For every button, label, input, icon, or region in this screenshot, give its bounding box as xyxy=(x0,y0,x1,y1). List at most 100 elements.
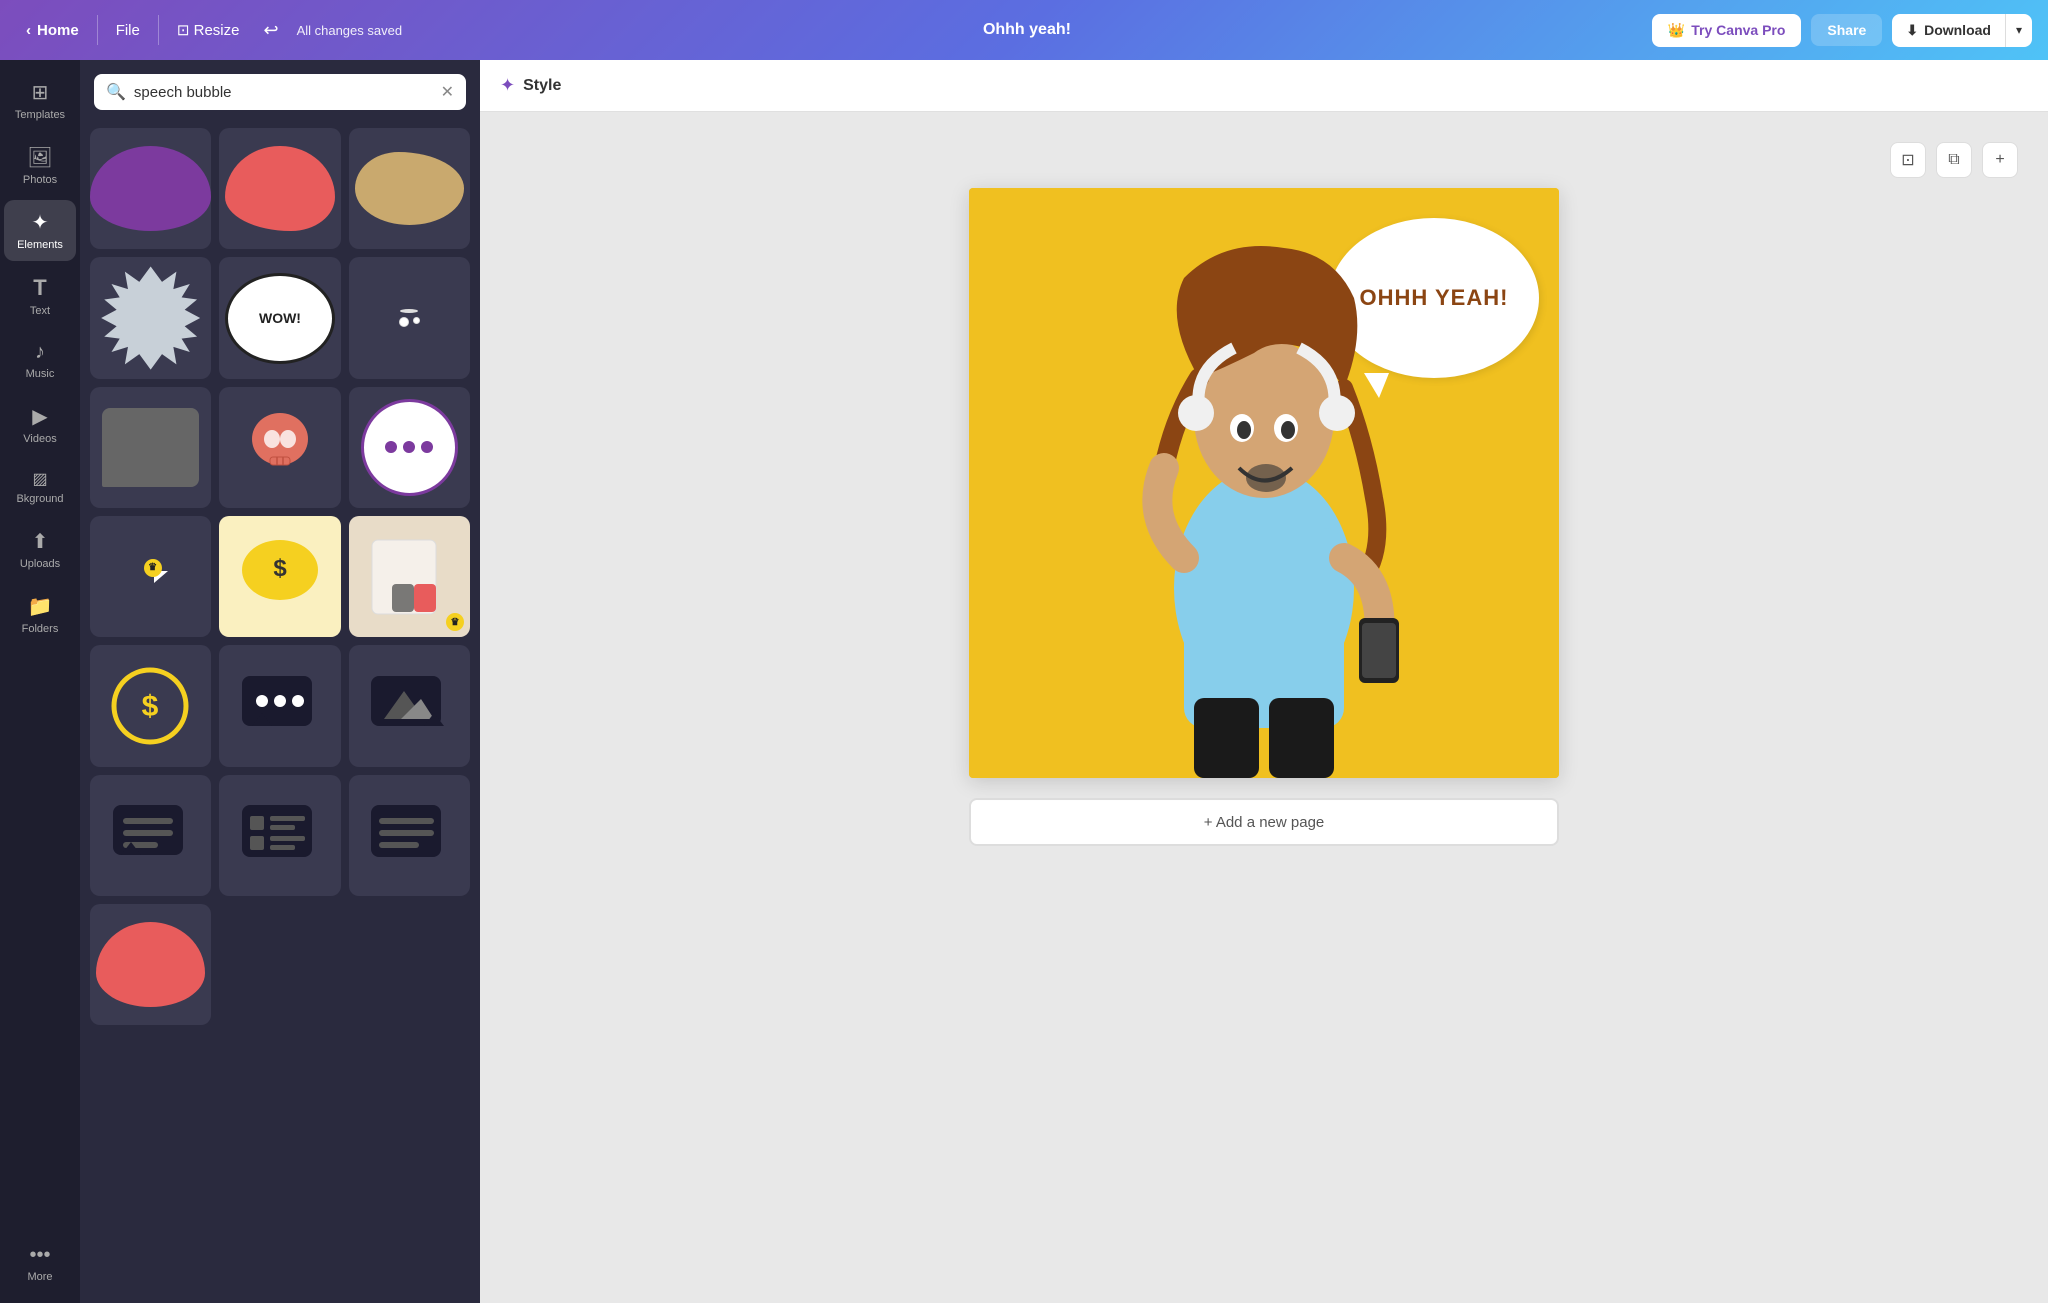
home-button[interactable]: ‹ Home xyxy=(16,16,89,45)
list-item[interactable]: ♛ xyxy=(90,516,211,637)
list-item[interactable] xyxy=(219,128,340,249)
list-item[interactable]: $ xyxy=(90,645,211,766)
list-item[interactable]: ♛ xyxy=(349,516,470,637)
add-page-button[interactable]: + Add a new page xyxy=(969,798,1559,846)
sidebar-label-templates: Templates xyxy=(15,109,65,121)
try-pro-button[interactable]: 👑 Try Canva Pro xyxy=(1652,14,1802,47)
dark-lines1-shape xyxy=(111,800,191,870)
add-page-label: + Add a new page xyxy=(1204,814,1325,831)
sidebar-item-folders[interactable]: 📁 Folders xyxy=(4,584,76,645)
skull-bubble-shape xyxy=(240,407,320,487)
clear-icon[interactable]: ✕ xyxy=(441,82,454,102)
share-button[interactable]: Share xyxy=(1811,14,1882,46)
sidebar-item-text[interactable]: T Text xyxy=(4,265,76,327)
list-item[interactable] xyxy=(349,387,470,508)
add-action-button[interactable]: + xyxy=(1982,142,2018,178)
red-bubble-shape xyxy=(225,146,334,231)
search-icon: 🔍 xyxy=(106,82,126,102)
dark-dots-shape xyxy=(240,671,320,741)
resize-icon: ⊡ xyxy=(177,22,194,39)
search-bar: 🔍 ✕ xyxy=(80,60,480,120)
list-item[interactable] xyxy=(90,387,211,508)
canvas-frame[interactable]: OHHH YEAH! xyxy=(969,188,1559,778)
canvas-area: ✦ Style ⊡ ⧉ + OHHH YEAH! xyxy=(480,60,2048,1303)
list-item[interactable] xyxy=(219,775,340,896)
search-input[interactable] xyxy=(134,84,433,101)
topbar: ‹ Home File ⊡ Resize ↩ All changes saved… xyxy=(0,0,2048,60)
canvas-image-area: OHHH YEAH! xyxy=(969,188,1559,778)
download-icon: ⬇ xyxy=(1906,22,1918,39)
crown-icon: 👑 xyxy=(1668,22,1685,39)
dollar-circle-shape: $ xyxy=(108,664,193,749)
wow-bubble-shape: WOW! xyxy=(225,273,334,364)
card-shape xyxy=(364,532,454,622)
download-chevron-button[interactable]: ▾ xyxy=(2006,14,2032,47)
background-icon: ▨ xyxy=(32,469,47,489)
sidebar-label-elements: Elements xyxy=(17,239,63,251)
chevron-left-icon: ‹ xyxy=(26,22,31,39)
sidebar: ⊞ Templates 🖼 Photos ✦ Elements T Text ♪… xyxy=(0,60,80,1303)
sidebar-item-photos[interactable]: 🖼 Photos xyxy=(4,135,76,196)
list-item[interactable] xyxy=(90,904,211,1025)
copy-action-button[interactable]: ⧉ xyxy=(1936,142,1972,178)
sidebar-label-videos: Videos xyxy=(23,433,56,445)
search-input-wrap: 🔍 ✕ xyxy=(94,74,466,110)
sidebar-label-more: More xyxy=(27,1271,52,1283)
gray-chat-shape xyxy=(102,408,199,487)
download-group: ⬇ Download ▾ xyxy=(1892,14,2032,47)
list-item[interactable]: WOW! xyxy=(219,257,340,378)
elements-icon: ✦ xyxy=(32,210,49,235)
resize-button[interactable]: ⊡ Resize xyxy=(167,15,250,45)
sidebar-item-background[interactable]: ▨ Bkground xyxy=(4,459,76,515)
tan-bubble-shape xyxy=(355,152,464,225)
download-button[interactable]: ⬇ Download xyxy=(1892,14,2006,47)
music-icon: ♪ xyxy=(35,341,45,364)
purple-bubble-shape xyxy=(90,146,211,231)
divider2 xyxy=(158,15,159,45)
sidebar-item-more[interactable]: ••• More xyxy=(4,1234,76,1293)
list-item[interactable] xyxy=(90,257,211,378)
list-item[interactable] xyxy=(349,645,470,766)
saved-text: All changes saved xyxy=(297,23,403,38)
list-item[interactable] xyxy=(349,128,470,249)
svg-text:$: $ xyxy=(273,555,287,582)
sidebar-item-videos[interactable]: ▶ Videos xyxy=(4,394,76,455)
search-panel: 🔍 ✕ WOW! xyxy=(80,60,480,1303)
undo-button[interactable]: ↩ xyxy=(257,14,284,47)
dollar-speech-bubble-shape: $ xyxy=(235,532,325,622)
dark-lines3-shape xyxy=(369,800,449,870)
photos-icon: 🖼 xyxy=(27,145,52,170)
results-grid: WOW! xyxy=(80,120,480,1033)
list-item[interactable] xyxy=(90,128,211,249)
list-item[interactable]: $ xyxy=(219,516,340,637)
sidebar-item-elements[interactable]: ✦ Elements xyxy=(4,200,76,261)
download-label: Download xyxy=(1924,22,1991,38)
person-figure xyxy=(1104,218,1424,778)
sidebar-item-uploads[interactable]: ⬆ Uploads xyxy=(4,519,76,580)
sidebar-item-templates[interactable]: ⊞ Templates xyxy=(4,70,76,131)
canvas-actions: ⊡ ⧉ + xyxy=(1890,142,2018,178)
red-partial-shape xyxy=(96,922,205,1007)
file-button[interactable]: File xyxy=(106,16,150,45)
more-icon: ••• xyxy=(29,1244,50,1267)
sidebar-label-uploads: Uploads xyxy=(20,558,60,570)
list-item[interactable] xyxy=(219,387,340,508)
list-item[interactable] xyxy=(219,645,340,766)
svg-text:$: $ xyxy=(142,690,159,723)
try-pro-label: Try Canva Pro xyxy=(1691,22,1785,38)
white-rect-bubble-shape: ♛ xyxy=(134,571,168,583)
dark-lines2-shape xyxy=(240,800,320,870)
sidebar-label-folders: Folders xyxy=(22,623,59,635)
folders-icon: 📁 xyxy=(28,594,53,619)
home-label: Home xyxy=(37,22,79,39)
sidebar-item-music[interactable]: ♪ Music xyxy=(4,331,76,390)
list-item[interactable] xyxy=(90,775,211,896)
document-name: Ohhh yeah! xyxy=(983,21,1071,39)
list-item[interactable] xyxy=(349,775,470,896)
frame-action-button[interactable]: ⊡ xyxy=(1890,142,1926,178)
sidebar-label-music: Music xyxy=(26,368,55,380)
sidebar-label-photos: Photos xyxy=(23,174,57,186)
templates-icon: ⊞ xyxy=(32,80,49,105)
list-item[interactable] xyxy=(349,257,470,378)
canvas-scroll: ⊡ ⧉ + OHHH YEAH! xyxy=(480,112,2048,1303)
